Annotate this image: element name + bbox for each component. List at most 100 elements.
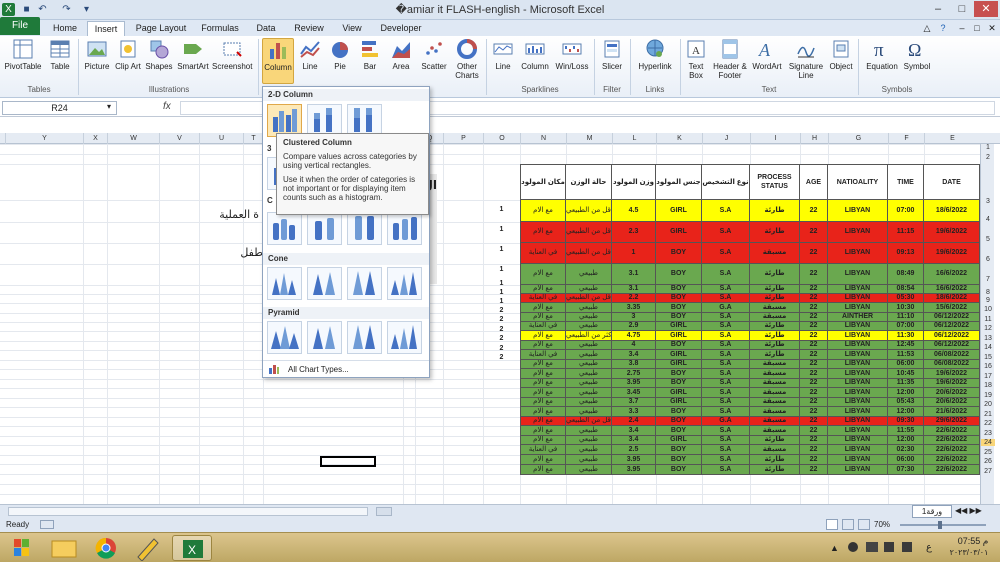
other-charts-button[interactable]: Other Charts (452, 38, 482, 84)
table-cell[interactable]: 22 (800, 436, 828, 445)
table-cell[interactable]: طارئة (750, 200, 800, 222)
table-cell[interactable]: مسبقة (750, 388, 800, 398)
row-header[interactable]: 20 (981, 401, 995, 408)
table-cell[interactable]: BOY (656, 264, 702, 285)
excel-taskbar-icon[interactable]: X (172, 535, 212, 561)
row-header[interactable]: 1 (981, 144, 995, 151)
wordart-button[interactable]: A WordArt (750, 38, 784, 84)
table-cell[interactable]: طبيعي (566, 285, 612, 294)
row-header[interactable]: 9 (981, 297, 995, 304)
table-cell[interactable]: 22/6/2022 (924, 455, 980, 465)
workbook-minimize-button[interactable]: – (955, 21, 969, 36)
table-header-cell[interactable]: جنس المولود (656, 164, 702, 200)
table-cell[interactable]: 2.9 (612, 322, 656, 331)
table-cell[interactable]: 22 (800, 417, 828, 426)
clustered-cone-icon[interactable] (267, 267, 302, 300)
table-cell[interactable]: LIBYAN (828, 436, 888, 445)
column-header[interactable]: Y (5, 133, 83, 144)
table-cell[interactable]: LIBYAN (828, 407, 888, 417)
workbook-close-button[interactable]: ✕ (985, 21, 999, 36)
table-cell[interactable]: طارئة (750, 331, 800, 341)
table-cell[interactable]: مع الام (520, 200, 566, 222)
table-cell[interactable]: 3.3 (612, 407, 656, 417)
column-header[interactable]: K (656, 133, 702, 144)
table-cell[interactable]: طارئة (750, 455, 800, 465)
stacked-cylinder-icon[interactable] (307, 212, 342, 245)
hyperlink-button[interactable]: Hyperlink (634, 38, 676, 84)
table-cell[interactable]: مع الام (520, 303, 566, 313)
table-cell[interactable]: مع الام (520, 313, 566, 322)
table-cell[interactable]: 07:00 (888, 322, 924, 331)
table-cell[interactable]: طبيعي (566, 398, 612, 407)
table-cell[interactable]: S.A (702, 243, 750, 264)
row-header[interactable]: 10 (981, 306, 995, 313)
table-cell[interactable]: مسبقة (750, 303, 800, 313)
table-header-cell[interactable]: DATE (924, 164, 980, 200)
bluetooth-icon[interactable] (848, 542, 858, 552)
table-cell[interactable]: S.A (702, 426, 750, 436)
table-cell[interactable]: LIBYAN (828, 200, 888, 222)
table-cell[interactable]: 18/6/2022 (924, 200, 980, 222)
table-cell[interactable]: 3.4 (612, 436, 656, 445)
zoom-slider[interactable] (900, 524, 986, 526)
volume-icon[interactable] (902, 542, 912, 552)
signature-line-button[interactable]: Signature Line (786, 38, 826, 84)
table-cell[interactable]: مع الام (520, 426, 566, 436)
table-cell[interactable]: طبيعي (566, 455, 612, 465)
row-header[interactable]: 2 (981, 154, 995, 161)
table-cell[interactable]: 22/6/2022 (924, 436, 980, 445)
table-cell[interactable]: طبيعي (566, 379, 612, 388)
table-cell[interactable]: BOY (656, 407, 702, 417)
3d-cylinder-icon[interactable] (387, 212, 422, 245)
100-stacked-cylinder-icon[interactable] (347, 212, 382, 245)
area-chart-button[interactable]: Area (386, 38, 416, 84)
column-header[interactable]: F (888, 133, 924, 144)
pivottable-button[interactable]: PivotTable (2, 38, 44, 84)
table-cell[interactable]: 2.4 (612, 417, 656, 426)
table-cell[interactable]: 22 (800, 303, 828, 313)
table-cell[interactable]: مسبقة (750, 445, 800, 455)
table-cell[interactable]: GIRL (656, 398, 702, 407)
help-icon[interactable]: ? (936, 21, 950, 36)
row-header[interactable]: 26 (981, 458, 995, 465)
column-o-value[interactable]: 1 (483, 266, 520, 273)
slicer-button[interactable]: Slicer (598, 38, 626, 84)
column-chart-button[interactable]: Column (262, 38, 294, 84)
zoom-level[interactable]: 70% (874, 520, 890, 529)
all-chart-types-button[interactable]: All Chart Types... (263, 360, 429, 377)
row-header[interactable]: 15 (981, 354, 995, 361)
table-cell[interactable]: G.A (702, 417, 750, 426)
header-footer-button[interactable]: Header & Footer (710, 38, 750, 84)
table-cell[interactable]: 22 (800, 455, 828, 465)
table-cell[interactable]: 19/6/2022 (924, 222, 980, 243)
sheet-tab-1[interactable]: ورقة1 (912, 505, 952, 518)
table-cell[interactable]: 22 (800, 313, 828, 322)
column-o-value[interactable]: 2 (483, 316, 520, 323)
table-cell[interactable]: 22 (800, 369, 828, 379)
battery-icon[interactable] (866, 542, 878, 552)
row-header[interactable]: 11 (981, 316, 995, 323)
table-cell[interactable]: طبيعي (566, 445, 612, 455)
restore-button[interactable]: □ (950, 1, 974, 17)
column-header[interactable]: W (107, 133, 159, 144)
row-header[interactable]: 4 (981, 216, 995, 223)
table-cell[interactable]: 3.95 (612, 379, 656, 388)
table-cell[interactable]: 22 (800, 200, 828, 222)
table-cell[interactable]: S.A (702, 264, 750, 285)
scatter-chart-button[interactable]: Scatter (418, 38, 450, 84)
table-cell[interactable]: مع الام (520, 455, 566, 465)
row-header[interactable]: 7 (981, 276, 995, 283)
column-header[interactable]: N (520, 133, 566, 144)
table-cell[interactable]: طارئة (750, 285, 800, 294)
table-cell[interactable]: 22 (800, 407, 828, 417)
table-cell[interactable]: طبيعي (566, 426, 612, 436)
table-cell[interactable]: 19/6/2022 (924, 369, 980, 379)
table-cell[interactable]: في العناية (520, 445, 566, 455)
column-header[interactable]: X (83, 133, 107, 144)
table-cell[interactable]: 2.5 (612, 445, 656, 455)
tab-data[interactable]: Data (252, 21, 280, 36)
input-language[interactable]: ع (926, 542, 932, 553)
table-cell[interactable]: S.A (702, 369, 750, 379)
row-header[interactable]: 24 (981, 439, 995, 446)
table-cell[interactable]: LIBYAN (828, 465, 888, 475)
